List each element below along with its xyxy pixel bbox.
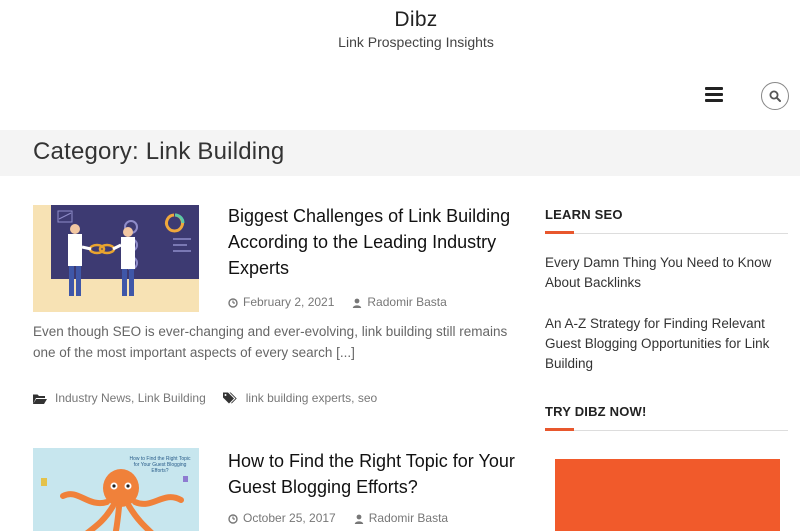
post-card: How to Find the Right Topic for Your Gue… xyxy=(33,448,528,531)
post-title[interactable]: How to Find the Right Topic for Your Gue… xyxy=(228,448,528,500)
user-icon xyxy=(353,298,362,308)
tag-link-seo[interactable]: seo xyxy=(358,391,377,405)
post-author[interactable]: Radomir Basta xyxy=(369,511,448,525)
post-title[interactable]: Biggest Challenges of Link Building Acco… xyxy=(228,203,528,281)
widget-title: LEARN SEO xyxy=(545,207,788,234)
post-excerpt: Even though SEO is ever-changing and eve… xyxy=(33,324,508,360)
post-card: Biggest Challenges of Link Building Acco… xyxy=(33,205,528,420)
category-link-link-building[interactable]: Link Building xyxy=(138,391,206,405)
widget-title: TRY DIBZ NOW! xyxy=(545,404,788,431)
promo-banner[interactable] xyxy=(555,459,780,531)
sidebar-link-guest-blogging[interactable]: An A-Z Strategy for Finding Relevant Gue… xyxy=(545,314,788,374)
try-dibz-widget: TRY DIBZ NOW! xyxy=(545,404,788,431)
category-link-industry-news[interactable]: Industry News xyxy=(55,391,131,405)
tag-icon xyxy=(222,392,237,404)
category-separator: , xyxy=(131,391,138,405)
user-icon xyxy=(354,514,363,524)
category-header: Category: Link Building xyxy=(0,130,800,176)
sidebar-link-backlinks[interactable]: Every Damn Thing You Need to Know About … xyxy=(545,253,788,293)
learn-seo-widget: LEARN SEO Every Damn Thing You Need to K… xyxy=(545,207,788,374)
site-title[interactable]: Dibz xyxy=(0,8,800,32)
search-icon xyxy=(769,90,781,102)
post-meta: October 25, 2017 Radomir Basta xyxy=(228,511,448,525)
post-date[interactable]: February 2, 2021 xyxy=(243,295,334,309)
post-date[interactable]: October 25, 2017 xyxy=(243,511,336,525)
tag-link-link-building-experts[interactable]: link building experts xyxy=(246,391,351,405)
post-taxonomy: Industry News, Link Building link buildi… xyxy=(33,391,377,405)
post-meta: February 2, 2021 Radomir Basta xyxy=(228,295,447,309)
hamburger-menu-icon[interactable] xyxy=(705,87,723,103)
folder-icon xyxy=(33,394,47,404)
post-thumbnail[interactable]: How to Find the Right Topic for Your Gue… xyxy=(33,448,199,531)
page-title: Category: Link Building xyxy=(33,138,285,165)
clock-icon xyxy=(228,514,238,524)
clock-icon xyxy=(228,298,238,308)
thumbnail-caption: How to Find the Right Topic for Your Gue… xyxy=(129,456,191,474)
tag-separator: , xyxy=(351,391,358,405)
post-thumbnail[interactable] xyxy=(33,205,199,312)
post-author[interactable]: Radomir Basta xyxy=(367,295,446,309)
search-button[interactable] xyxy=(761,82,789,110)
site-tagline: Link Prospecting Insights xyxy=(338,34,494,50)
